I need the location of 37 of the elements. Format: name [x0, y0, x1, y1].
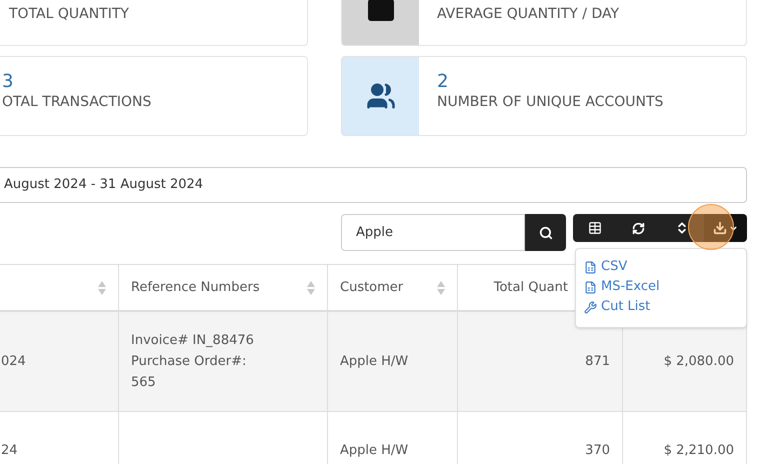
- table-cell-text: Apple H/W: [340, 442, 408, 460]
- table-cell-text: 24: [1, 442, 18, 460]
- click-highlight: [688, 204, 734, 250]
- stat-value: 2: [437, 71, 450, 93]
- search-button[interactable]: [525, 214, 566, 251]
- column-title: Customer: [340, 278, 404, 297]
- stat-label: TOTAL QUANTITY: [9, 5, 129, 23]
- column-header[interactable]: Reference Numbers: [119, 265, 328, 310]
- column-title: Total Quant: [494, 278, 568, 297]
- search-icon: [538, 226, 552, 240]
- stat-label: OTAL TRANSACTIONS: [2, 93, 152, 111]
- stat-label: AVERAGE QUANTITY / DAY: [437, 5, 620, 23]
- box-icon: [368, 0, 394, 21]
- file-icon: [584, 260, 597, 274]
- table-cell-text: Invoice# IN_88476 Purchase Order#: 565: [131, 332, 254, 392]
- table-cell-text: Apple H/W: [340, 353, 408, 371]
- download-icon: [712, 221, 727, 235]
- table-cell-text: 024: [1, 353, 26, 371]
- search-field[interactable]: Apple: [341, 214, 525, 251]
- table-cell-text: $ 2,080.00: [664, 353, 734, 371]
- stat-value: 3: [2, 71, 14, 93]
- column-header[interactable]: Customer: [328, 265, 458, 310]
- table-cell-text: $ 2,210.00: [664, 442, 734, 460]
- table-cell-text: 370: [585, 442, 610, 460]
- table-cell-text: 871: [585, 353, 610, 371]
- wrench-icon: [584, 300, 597, 314]
- export-button[interactable]: [704, 214, 747, 242]
- column-title: Reference Numbers: [131, 278, 260, 297]
- table-icon: [588, 221, 602, 235]
- caret-icon: [728, 224, 738, 232]
- refresh-icon: [632, 222, 645, 234]
- stat-label: NUMBER OF UNIQUE ACCOUNTS: [437, 93, 664, 111]
- users-icon: [366, 81, 396, 111]
- date-range-field[interactable]: August 2024 - 31 August 2024: [0, 167, 747, 203]
- sort-button[interactable]: [660, 214, 704, 242]
- table-view-button[interactable]: [573, 214, 616, 242]
- file-icon: [584, 280, 597, 294]
